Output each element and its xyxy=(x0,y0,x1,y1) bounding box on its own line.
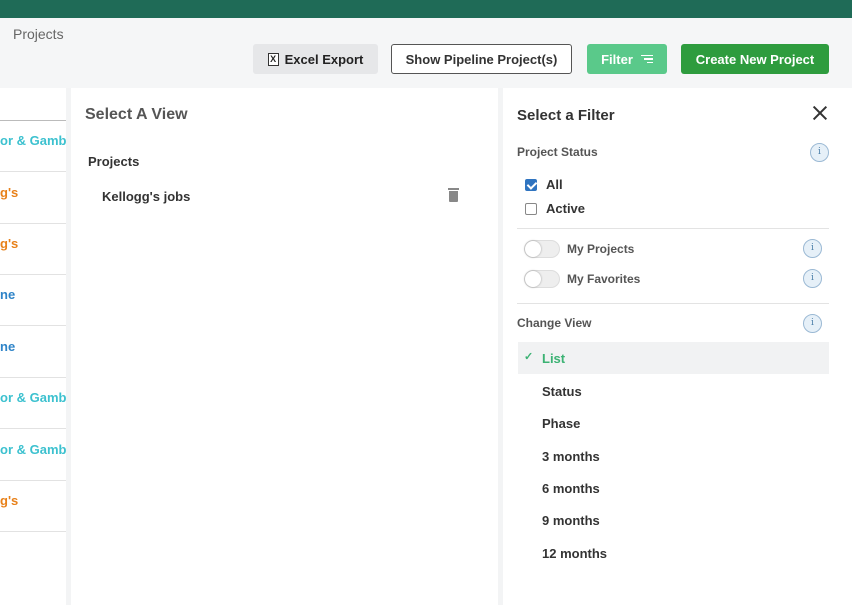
toggle-my-projects[interactable]: My Projects xyxy=(524,240,634,258)
list-row[interactable]: or & Gamble xyxy=(0,430,66,481)
view-option-label: Status xyxy=(542,383,582,399)
filter-label: Filter xyxy=(601,51,633,67)
section-divider xyxy=(517,228,829,229)
select-view-title: Select A View xyxy=(85,106,188,123)
view-option-label: List xyxy=(542,350,566,366)
info-icon[interactable]: i xyxy=(803,269,822,288)
view-option-status[interactable]: Status xyxy=(518,375,829,407)
section-divider xyxy=(517,303,829,304)
checkbox-unchecked[interactable] xyxy=(525,202,537,215)
excel-icon: X xyxy=(267,52,279,66)
client-name: g's xyxy=(0,236,19,251)
status-option-label: Active xyxy=(546,201,586,216)
list-row[interactable]: ne xyxy=(0,327,66,378)
saved-view-item[interactable]: Kellogg's jobs xyxy=(102,189,190,204)
top-bar xyxy=(0,0,852,18)
select-view-panel: Select A View Projects Kellogg's jobs xyxy=(71,88,498,605)
toggle-my-favorites[interactable]: My Favorites xyxy=(524,270,640,288)
view-option-list[interactable]: ✓ List xyxy=(518,342,829,374)
filter-panel-title: Select a Filter xyxy=(517,107,615,124)
page-title: Projects xyxy=(13,26,64,42)
toggle-switch[interactable] xyxy=(524,240,560,258)
view-option-9-months[interactable]: 9 months xyxy=(518,504,829,536)
list-row[interactable]: or & Gamble xyxy=(0,121,66,172)
client-name: or & Gamble xyxy=(0,442,66,457)
client-name: g's xyxy=(0,185,19,200)
filter-button[interactable]: Filter xyxy=(587,44,667,74)
list-row[interactable]: or & Gamble xyxy=(0,378,66,429)
excel-export-button[interactable]: X Excel Export xyxy=(253,44,378,74)
show-pipeline-button[interactable]: Show Pipeline Project(s) xyxy=(391,44,572,74)
list-row[interactable]: g's xyxy=(0,481,66,532)
client-name: ne xyxy=(0,339,16,354)
toggle-label: My Projects xyxy=(567,242,635,256)
view-option-label: 3 months xyxy=(542,448,600,464)
project-status-label: Project Status xyxy=(517,145,598,159)
client-name: or & Gamble xyxy=(0,133,66,148)
client-name: or & Gamble xyxy=(0,390,66,405)
change-view-label: Change View xyxy=(517,316,592,330)
view-option-phase[interactable]: Phase xyxy=(518,407,829,439)
client-name: g's xyxy=(0,493,19,508)
toggle-switch[interactable] xyxy=(524,270,560,288)
filter-lines-icon xyxy=(640,53,653,66)
status-option-label: All xyxy=(546,177,563,192)
view-option-label: 9 months xyxy=(542,512,600,528)
close-icon[interactable] xyxy=(812,105,828,121)
info-icon[interactable]: i xyxy=(803,314,822,333)
view-option-3-months[interactable]: 3 months xyxy=(518,440,829,472)
status-option-all[interactable]: All xyxy=(525,177,563,192)
client-name: ne xyxy=(0,287,16,302)
toggle-label: My Favorites xyxy=(567,272,641,286)
select-filter-panel: Select a Filter Project Status i All Act… xyxy=(503,88,852,605)
excel-export-label: Excel Export xyxy=(284,51,364,67)
view-option-label: 12 months xyxy=(542,545,608,561)
view-option-12-months[interactable]: 12 months xyxy=(518,537,829,569)
view-option-6-months[interactable]: 6 months xyxy=(518,472,829,504)
list-row[interactable]: g's xyxy=(0,173,66,224)
list-row[interactable]: ne xyxy=(0,275,66,326)
create-new-project-button[interactable]: Create New Project xyxy=(681,44,829,74)
trash-icon[interactable] xyxy=(448,188,459,202)
check-icon: ✓ xyxy=(524,351,534,363)
info-icon[interactable]: i xyxy=(810,143,829,162)
info-icon[interactable]: i xyxy=(803,239,822,258)
project-list: or & Gamble g's g's ne ne or & Gamble or… xyxy=(0,88,66,605)
views-section-heading: Projects xyxy=(88,154,140,169)
checkbox-checked[interactable] xyxy=(525,178,537,191)
view-option-label: 6 months xyxy=(542,480,600,496)
list-row[interactable]: g's xyxy=(0,224,66,275)
status-option-active[interactable]: Active xyxy=(525,201,585,216)
page-header: Projects X Excel Export Show Pipeline Pr… xyxy=(0,18,852,88)
view-option-label: Phase xyxy=(542,415,581,431)
